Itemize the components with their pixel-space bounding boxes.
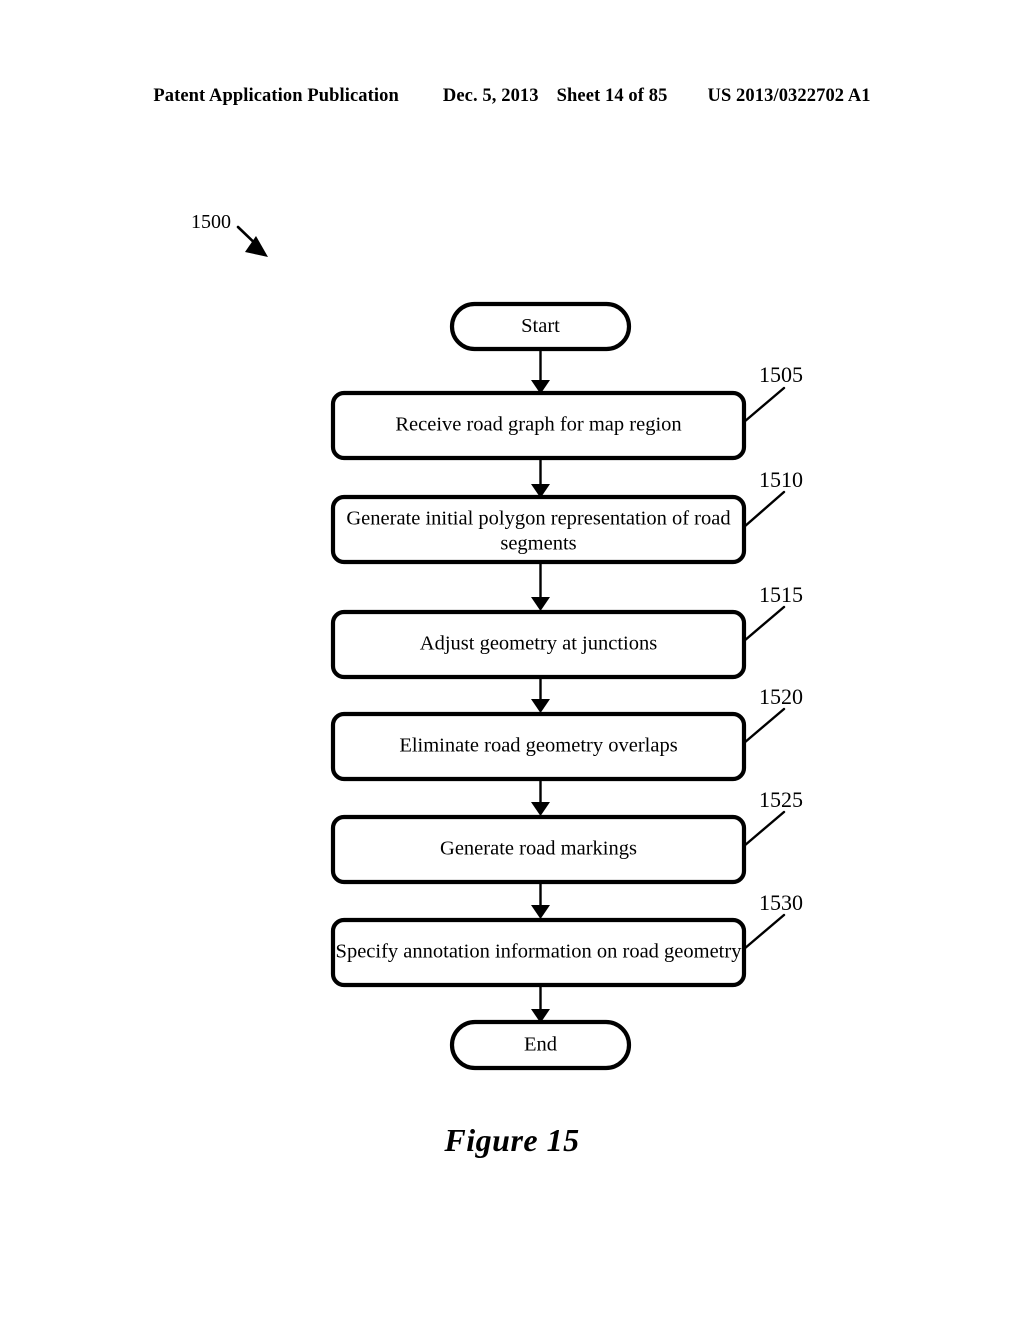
step-1525-reference-number: 1525 [759, 787, 803, 812]
step-1515-label-line-1: Adjust geometry at junctions [420, 633, 657, 655]
flow-node-step-1520: Eliminate road geometry overlaps 1520 [330, 684, 803, 782]
step-1525-leader [742, 810, 786, 848]
connector-step5-to-step6 [531, 882, 550, 919]
process-reference-callout: 1500 [191, 211, 268, 257]
step-1510-label-line-2: segments [500, 533, 576, 555]
patent-figure-page: Patent Application Publication Dec. 5, 2… [0, 0, 1024, 1320]
connector-step3-to-step4 [531, 677, 550, 713]
process-reference-arrowhead [245, 236, 268, 257]
flow-node-end: End [449, 1019, 632, 1071]
connector-step6-to-end [531, 985, 550, 1023]
start-terminator-label: Start [521, 315, 560, 337]
step-1520-reference-number: 1520 [759, 684, 803, 709]
step-1530-reference-number: 1530 [759, 890, 803, 915]
flow-node-step-1510: Generate initial polygon representation … [330, 467, 803, 565]
step-1505-label-line-1: Receive road graph for map region [395, 414, 681, 436]
step-1510-reference-number: 1510 [759, 467, 803, 492]
step-1530-label-line-1: Specify annotation information on road g… [336, 941, 743, 963]
step-1510-label-line-1: Generate initial polygon representation … [346, 508, 730, 530]
step-1505-leader [742, 386, 786, 424]
connector-step2-to-step3 [531, 562, 550, 611]
flow-node-start: Start [449, 301, 632, 352]
step-1515-leader [742, 605, 786, 643]
step-1520-label-line-1: Eliminate road geometry overlaps [399, 735, 677, 757]
step-1510-leader [742, 490, 786, 529]
end-terminator-label: End [524, 1034, 557, 1056]
step-1520-leader [742, 707, 786, 745]
connector-step1-to-step2 [531, 458, 550, 498]
connector-step4-to-step5 [531, 779, 550, 816]
connector-start-to-step1 [531, 349, 550, 394]
flow-node-step-1530: Specify annotation information on road g… [330, 890, 803, 988]
step-1505-reference-number: 1505 [759, 362, 803, 387]
flow-node-step-1525: Generate road markings 1525 [330, 787, 803, 885]
step-1525-label-line-1: Generate road markings [440, 838, 637, 860]
flow-node-step-1515: Adjust geometry at junctions 1515 [330, 582, 803, 680]
flow-node-step-1505: Receive road graph for map region 1505 [330, 362, 803, 461]
figure-caption: Figure 15 [444, 1122, 580, 1158]
step-1530-leader [742, 913, 786, 951]
process-reference-number: 1500 [191, 211, 231, 233]
step-1515-reference-number: 1515 [759, 582, 803, 607]
